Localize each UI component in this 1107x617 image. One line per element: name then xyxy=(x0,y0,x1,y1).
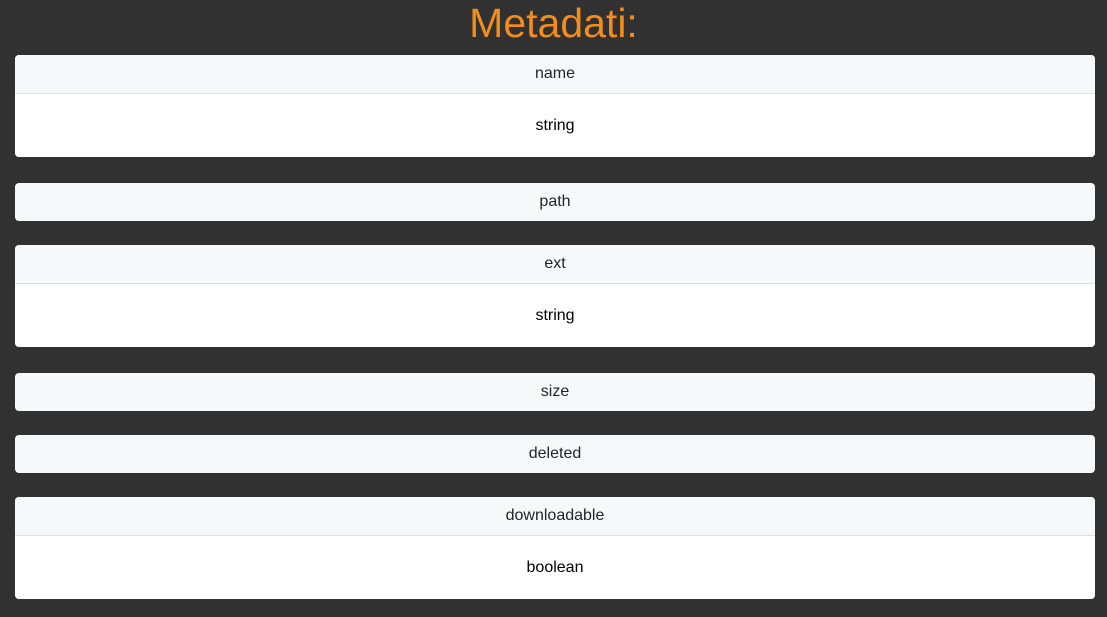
field-type-value: string xyxy=(15,93,1095,157)
metadata-field-deleted: deleted xyxy=(15,435,1095,473)
page-title: Metadati: xyxy=(469,0,638,46)
metadata-field-name: name string xyxy=(15,55,1095,157)
field-name-label: name xyxy=(15,55,1095,93)
field-name-label: size xyxy=(15,373,1095,411)
metadata-field-downloadable: downloadable boolean xyxy=(15,497,1095,599)
field-type-value: boolean xyxy=(15,535,1095,599)
field-name-label: ext xyxy=(15,245,1095,283)
field-name-label: path xyxy=(15,183,1095,221)
field-type-value: string xyxy=(15,283,1095,347)
metadata-field-ext: ext string xyxy=(15,245,1095,347)
metadata-field-size: size xyxy=(15,373,1095,411)
field-name-label: downloadable xyxy=(15,497,1095,535)
metadata-field-path: path xyxy=(15,183,1095,221)
field-name-label: deleted xyxy=(15,435,1095,473)
